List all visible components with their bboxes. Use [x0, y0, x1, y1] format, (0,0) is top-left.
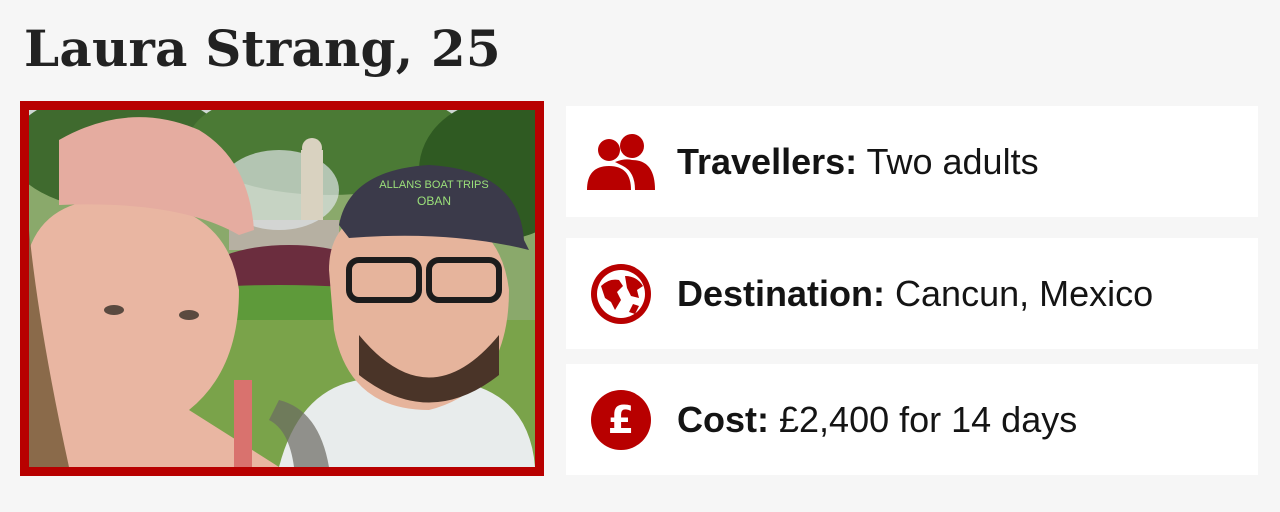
cap-text-2: OBAN: [417, 194, 451, 208]
traveller-photo: ALLANS BOAT TRIPS OBAN: [20, 101, 544, 476]
cap-text-1: ALLANS BOAT TRIPS: [379, 179, 488, 191]
cost-value: £2,400 for 14 days: [779, 398, 1078, 440]
svg-text:£: £: [608, 398, 634, 442]
people-icon: [585, 126, 657, 198]
destination-value: Cancun, Mexico: [895, 272, 1154, 314]
page-title: Laura Strang, 25: [24, 19, 501, 78]
destination-label: Destination:: [677, 272, 886, 314]
destination-card: Destination: Cancun, Mexico: [566, 238, 1258, 349]
travellers-value: Two adults: [866, 140, 1039, 182]
cost-label: Cost:: [677, 398, 769, 440]
traveller-photo-image: ALLANS BOAT TRIPS OBAN: [29, 110, 535, 467]
globe-icon: [585, 258, 657, 330]
pound-icon: £: [585, 384, 657, 456]
travellers-card: Travellers: Two adults: [566, 106, 1258, 217]
travellers-label: Travellers:: [677, 140, 858, 182]
cost-card: £ Cost: £2,400 for 14 days: [566, 364, 1258, 475]
